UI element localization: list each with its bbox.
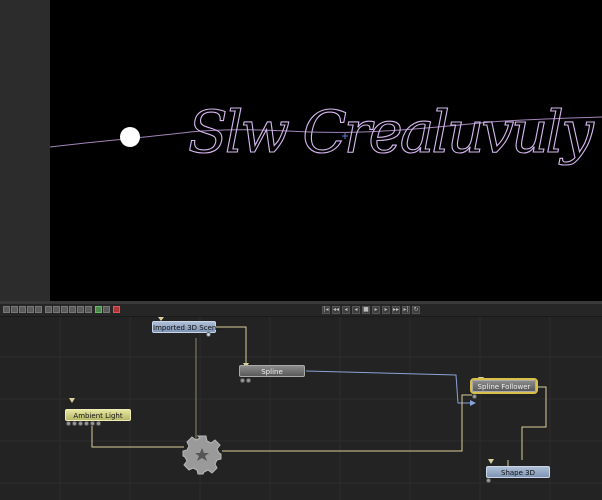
jump-end-icon[interactable]: ▸| — [402, 306, 410, 314]
tool-button[interactable] — [19, 306, 26, 313]
node-ambient-light[interactable]: Ambient Light — [65, 409, 131, 421]
play-reverse-icon[interactable]: ◂ — [352, 306, 360, 314]
wire-gear-to-follower — [222, 394, 472, 452]
input-arrow — [488, 459, 494, 464]
tool-button[interactable] — [3, 306, 10, 313]
tool-button[interactable] — [11, 306, 18, 313]
follower-sphere[interactable] — [120, 127, 140, 147]
node-imported-3d-scene[interactable]: Imported 3D Scen... — [152, 321, 223, 333]
node-port[interactable] — [486, 478, 491, 483]
node-port[interactable] — [72, 421, 77, 426]
node-label: Spline Follower — [477, 383, 531, 391]
viewport-svg: Slw Crealuvuly — [50, 97, 602, 167]
node-port[interactable] — [472, 394, 477, 399]
rewind-icon[interactable]: ◂◂ — [332, 306, 340, 314]
tool-button[interactable] — [35, 306, 42, 313]
step-back-icon[interactable]: ◂ — [342, 306, 350, 314]
node-shape-3d[interactable]: Shape 3D — [486, 466, 550, 478]
tool-button[interactable] — [69, 306, 76, 313]
loop-icon[interactable]: ↻ — [412, 306, 420, 314]
tool-button-green[interactable] — [95, 306, 102, 313]
node-port[interactable] — [90, 421, 95, 426]
forward-icon[interactable]: ▸▸ — [392, 306, 400, 314]
node-port[interactable] — [78, 421, 83, 426]
wire-spline-to-follower — [305, 370, 472, 404]
node-output-port[interactable] — [206, 332, 211, 337]
graph-toolbar: |◂ ◂◂ ◂ ◂ ■ ▸ ▸ ▸▸ ▸| ↻ — [0, 304, 602, 317]
tool-button[interactable] — [103, 306, 110, 313]
tool-button-red[interactable] — [113, 306, 120, 313]
node-graph[interactable]: Imported 3D Scen... Spline Spline Follow… — [0, 317, 602, 500]
tool-button[interactable] — [27, 306, 34, 313]
input-arrow — [69, 398, 75, 403]
node-port[interactable] — [240, 378, 245, 383]
tool-button[interactable] — [85, 306, 92, 313]
node-spline[interactable]: Spline — [239, 365, 305, 377]
tool-button[interactable] — [53, 306, 60, 313]
step-forward-icon[interactable]: ▸ — [382, 306, 390, 314]
node-port[interactable] — [246, 378, 251, 383]
tool-button[interactable] — [45, 306, 52, 313]
node-label: Imported 3D Scen... — [153, 324, 223, 332]
viewer-left-gutter — [0, 0, 50, 303]
wire-light-to-gear — [91, 426, 184, 448]
gear-icon[interactable] — [182, 435, 222, 475]
node-label: Spline — [261, 368, 283, 376]
viewer-panel: Slw Crealuvuly — [0, 0, 602, 304]
script-text: Slw Crealuvuly — [188, 98, 595, 166]
input-arrow — [470, 400, 476, 406]
viewport-canvas[interactable]: Slw Crealuvuly — [50, 0, 602, 301]
wire-follower-to-shape — [521, 386, 547, 460]
tool-button[interactable] — [61, 306, 68, 313]
node-port[interactable] — [66, 421, 71, 426]
play-icon[interactable]: ▸ — [372, 306, 380, 314]
node-port[interactable] — [96, 421, 101, 426]
tool-button[interactable] — [77, 306, 84, 313]
node-label: Shape 3D — [501, 469, 535, 477]
node-port[interactable] — [84, 421, 89, 426]
stop-icon[interactable]: ■ — [362, 306, 370, 314]
node-spline-follower[interactable]: Spline Follower — [470, 378, 538, 394]
jump-start-icon[interactable]: |◂ — [322, 306, 330, 314]
